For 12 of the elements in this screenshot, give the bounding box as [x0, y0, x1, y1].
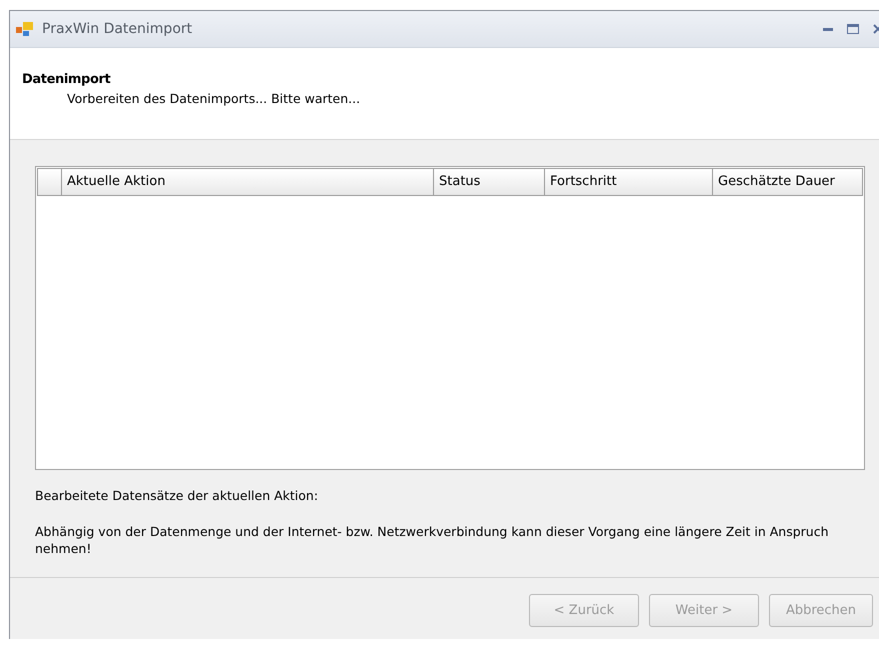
app-icon: [16, 21, 34, 37]
processed-label: Bearbeitete Datensätze der aktuellen Aktion:: [35, 488, 320, 503]
minimize-icon[interactable]: [823, 28, 833, 30]
column-header[interactable]: Aktuelle Aktion: [62, 169, 434, 195]
column-header[interactable]: Status: [434, 169, 545, 195]
column-header[interactable]: Geschätzte Dauer: [713, 169, 864, 195]
notice-text: Abhängig von der Datenmenge und der Internet- bzw. Netzwerkverbindung kann dieser Vorgang eine längere Zeit in Anspruch nehmen!: [35, 523, 830, 557]
header-subtitle: Vorbereiten des Datenimports... Bitte warten...: [66, 91, 362, 106]
maximize-icon[interactable]: [847, 24, 859, 34]
header-title: Datenimport: [22, 72, 112, 87]
column-header[interactable]: Fortschritt: [545, 169, 713, 195]
window-title: PraxWin Datenimport: [42, 21, 194, 37]
